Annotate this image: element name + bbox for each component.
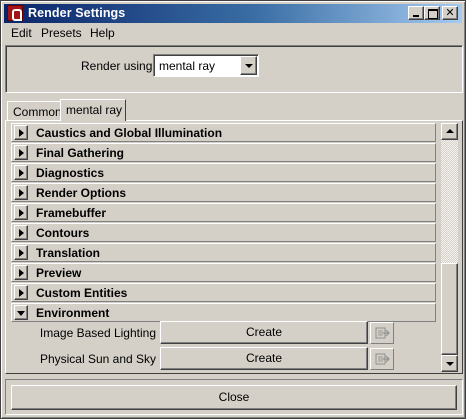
section-contours[interactable]: Contours <box>11 223 436 242</box>
section-diagnostics[interactable]: Diagnostics <box>11 163 436 182</box>
expand-arrow-icon[interactable] <box>14 145 28 160</box>
expand-arrow-icon[interactable] <box>14 265 28 280</box>
create-ibl-button[interactable]: Create <box>160 321 368 344</box>
section-title: Diagnostics <box>36 166 105 180</box>
section-title: Framebuffer <box>36 206 107 220</box>
menu-help[interactable]: Help <box>87 26 118 40</box>
section-list: Caustics and Global Illumination Final G… <box>11 123 436 372</box>
render-using-panel: Render using: mental ray <box>5 45 463 93</box>
maya-app-icon <box>7 5 23 21</box>
section-title: Preview <box>36 266 82 280</box>
tab-bar: Common mental ray <box>5 99 463 121</box>
section-preview[interactable]: Preview <box>11 263 436 282</box>
close-window-button[interactable]: ✕ <box>442 6 458 20</box>
minimize-button[interactable] <box>408 6 424 20</box>
section-final-gathering[interactable]: Final Gathering <box>11 143 436 162</box>
section-title: Final Gathering <box>36 146 125 160</box>
map-connection-icon[interactable] <box>370 348 394 370</box>
tab-common[interactable]: Common <box>7 101 62 121</box>
attr-row-physical-sun-sky: Physical Sun and Sky Create <box>11 347 436 371</box>
expand-arrow-icon[interactable] <box>14 165 28 180</box>
section-title: Environment <box>36 306 110 320</box>
attr-label: Physical Sun and Sky <box>39 352 156 366</box>
renderer-dropdown[interactable]: mental ray <box>153 54 259 77</box>
section-environment[interactable]: Environment <box>11 303 436 322</box>
collapse-arrow-icon[interactable] <box>14 305 28 320</box>
maximize-button[interactable] <box>424 6 440 20</box>
expand-arrow-icon[interactable] <box>14 205 28 220</box>
section-title: Caustics and Global Illumination <box>36 126 223 140</box>
section-render-options[interactable]: Render Options <box>11 183 436 202</box>
menu-bar: Edit Presets Help <box>4 24 462 42</box>
section-translation[interactable]: Translation <box>11 243 436 262</box>
section-title: Contours <box>36 226 90 240</box>
section-framebuffer[interactable]: Framebuffer <box>11 203 436 222</box>
section-custom-entities[interactable]: Custom Entities <box>11 283 436 302</box>
expand-arrow-icon[interactable] <box>14 185 28 200</box>
expand-arrow-icon[interactable] <box>14 125 28 140</box>
expand-arrow-icon[interactable] <box>14 285 28 300</box>
environment-body: Image Based Lighting Create Physical Sun… <box>11 321 436 372</box>
scrollbar-thumb[interactable] <box>441 263 458 355</box>
title-bar[interactable]: Render Settings ✕ <box>4 4 462 23</box>
create-sun-sky-button[interactable]: Create <box>160 347 368 370</box>
scroll-down-icon[interactable] <box>441 355 458 372</box>
section-title: Custom Entities <box>36 286 128 300</box>
scroll-up-icon[interactable] <box>441 123 458 140</box>
close-button[interactable]: Close <box>11 385 457 410</box>
expand-arrow-icon[interactable] <box>14 245 28 260</box>
render-using-label: Render using: <box>81 59 156 73</box>
render-settings-window: Render Settings ✕ Edit Presets Help Rend… <box>0 0 466 419</box>
menu-edit[interactable]: Edit <box>8 26 35 40</box>
map-connection-icon[interactable] <box>370 322 394 344</box>
footer-panel: Close <box>5 379 463 415</box>
chevron-down-icon[interactable] <box>240 56 257 75</box>
renderer-selected-value: mental ray <box>159 59 216 73</box>
attr-label: Image Based Lighting <box>39 326 156 340</box>
section-title: Translation <box>36 246 101 260</box>
tab-content-mental-ray: Caustics and Global Illumination Final G… <box>5 120 463 374</box>
section-caustics-gi[interactable]: Caustics and Global Illumination <box>11 123 436 142</box>
window-title: Render Settings <box>28 6 126 20</box>
attr-row-image-based-lighting: Image Based Lighting Create <box>11 321 436 345</box>
expand-arrow-icon[interactable] <box>14 225 28 240</box>
tab-mental-ray[interactable]: mental ray <box>60 99 126 121</box>
vertical-scrollbar[interactable] <box>441 123 458 372</box>
menu-presets[interactable]: Presets <box>38 26 85 40</box>
section-title: Render Options <box>36 186 127 200</box>
